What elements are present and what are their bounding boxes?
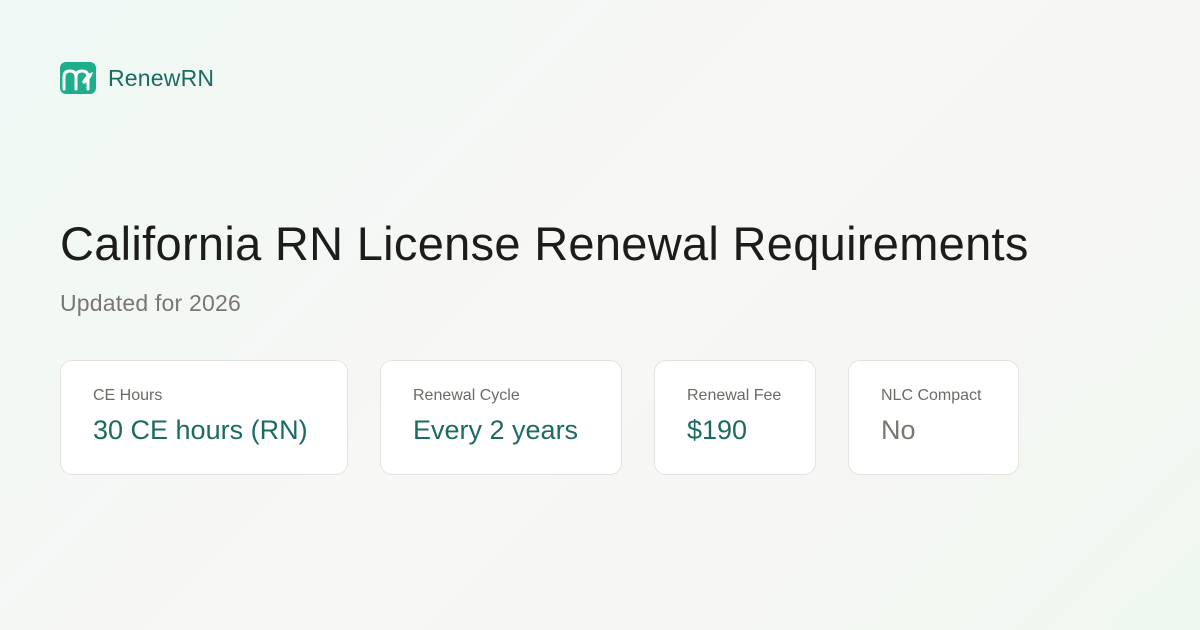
renewrn-logo-icon xyxy=(60,62,96,94)
card-renewal-fee: Renewal Fee $190 xyxy=(654,360,816,475)
card-value: Every 2 years xyxy=(413,415,579,445)
card-value: 30 CE hours (RN) xyxy=(93,415,308,445)
card-ce-hours: CE Hours 30 CE hours (RN) xyxy=(60,360,348,475)
card-value: No xyxy=(881,415,916,445)
card-value: $190 xyxy=(687,415,748,445)
card-renewal-cycle: Renewal Cycle Every 2 years xyxy=(380,360,622,475)
card-nlc-compact: NLC Compact No xyxy=(848,360,1019,475)
brand-name: RenewRN xyxy=(108,64,215,91)
page-title: California RN License Renewal Requiremen… xyxy=(60,217,1029,270)
page-subtitle: Updated for 2026 xyxy=(60,290,241,316)
card-label: Renewal Cycle xyxy=(413,387,520,404)
summary-cards: CE Hours 30 CE hours (RN) Renewal Cycle … xyxy=(60,360,1019,475)
card-label: Renewal Fee xyxy=(687,387,782,404)
card-label: NLC Compact xyxy=(881,387,982,404)
brand: RenewRN xyxy=(60,62,214,94)
card-label: CE Hours xyxy=(93,387,163,404)
